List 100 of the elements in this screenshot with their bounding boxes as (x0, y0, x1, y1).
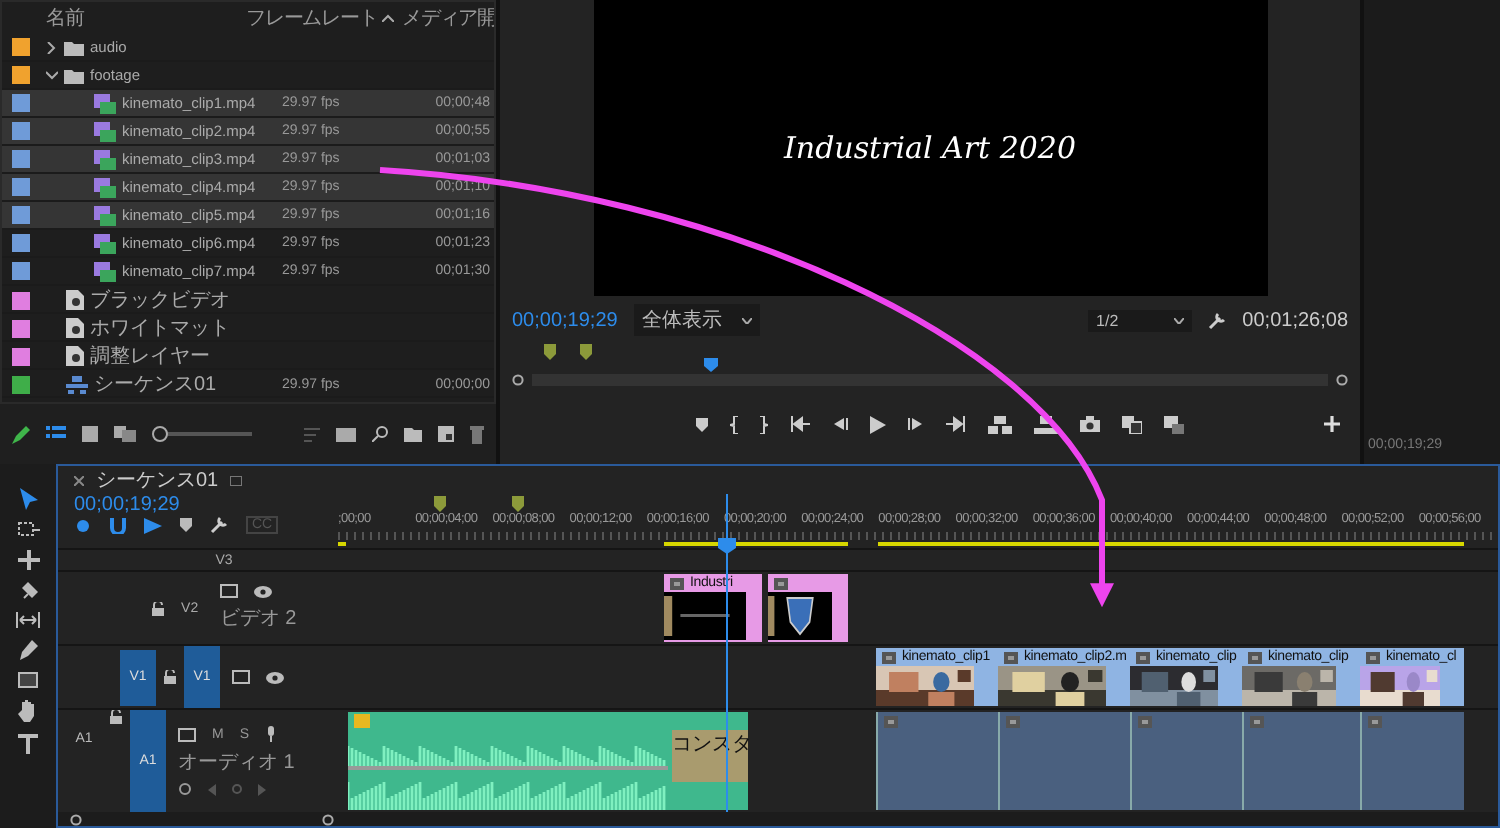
go-to-in-icon[interactable] (790, 416, 810, 432)
fx-badge-icon (1368, 715, 1382, 727)
lock-icon[interactable] (110, 710, 122, 724)
project-row[interactable]: ホワイトマット (2, 314, 494, 342)
sequence-tab[interactable]: シーケンス01 (96, 466, 219, 494)
fx-badge-icon (354, 714, 370, 728)
video-clip-icon (94, 261, 116, 281)
sync-lock-icon[interactable] (232, 670, 250, 684)
sync-lock-icon[interactable] (219, 584, 238, 598)
step-forward-icon[interactable] (908, 416, 924, 432)
sort-caret-icon[interactable] (381, 14, 394, 22)
new-item-icon[interactable] (438, 426, 454, 442)
snap-icon[interactable] (110, 517, 126, 533)
add-marker-icon[interactable] (696, 417, 708, 431)
marker-icon[interactable] (580, 344, 592, 360)
insert-icon[interactable] (988, 415, 1012, 433)
step-back-icon[interactable] (832, 416, 848, 432)
video-clip-icon (94, 177, 116, 197)
video-clip-icon (94, 93, 116, 113)
item-name: ホワイトマット (90, 316, 230, 342)
marker-icon[interactable] (434, 496, 446, 512)
linked-audio-clip[interactable] (998, 712, 1130, 810)
sync-lock-icon[interactable] (178, 727, 196, 741)
caret-icon[interactable] (741, 317, 752, 323)
settings-icon[interactable] (1208, 311, 1227, 329)
overwrite-icon[interactable] (1034, 415, 1058, 433)
chevron-icon[interactable] (46, 69, 58, 81)
type-tool-icon[interactable] (18, 734, 38, 754)
lock-icon[interactable] (164, 670, 176, 684)
graphic-clip[interactable] (768, 574, 848, 642)
eye-icon[interactable] (253, 585, 272, 597)
lock-icon[interactable] (151, 601, 164, 615)
keyframe-icon[interactable] (178, 782, 192, 796)
item-name: 調整レイヤー (90, 343, 210, 370)
linked-audio-clip[interactable] (1130, 712, 1242, 810)
track-name: ビデオ 2 (219, 606, 297, 632)
ripple-edit-icon[interactable] (17, 550, 39, 570)
video-title: Industrial Art 2020 (783, 130, 1077, 166)
timecode[interactable]: 00;00;19;29 (74, 494, 180, 516)
menu-icon[interactable] (230, 475, 243, 485)
zoom-dropdown[interactable]: 全体表示 (633, 304, 760, 336)
pencil-icon[interactable] (12, 425, 30, 443)
list-view-icon[interactable] (46, 426, 66, 442)
document-icon (66, 290, 84, 310)
fx-badge-icon (882, 651, 896, 663)
video-clip-icon (94, 233, 116, 253)
chevron-icon[interactable] (46, 41, 58, 53)
microphone-icon[interactable] (265, 726, 276, 742)
fx-badge-icon (670, 577, 684, 589)
linked-selection-icon[interactable] (144, 517, 162, 533)
track-name: オーディオ 1 (178, 750, 295, 776)
marker-icon[interactable] (512, 496, 524, 512)
project-row[interactable]: ブラックビデオ (2, 286, 494, 314)
document-icon (66, 318, 84, 338)
track-select-icon[interactable] (17, 522, 39, 538)
go-to-out-icon[interactable] (946, 416, 966, 432)
rectangle-icon[interactable] (18, 672, 38, 688)
automate-icon[interactable] (336, 427, 356, 441)
column-header[interactable]: フレームレート (238, 4, 378, 32)
settings-icon[interactable] (210, 516, 228, 534)
razor-icon[interactable] (19, 582, 37, 600)
marker-icon[interactable] (544, 344, 556, 360)
fx-badge-icon (1006, 715, 1020, 727)
duration: 00;01;26;08 (1242, 309, 1348, 331)
nest-icon[interactable] (74, 517, 92, 533)
add-marker-icon[interactable] (180, 518, 192, 532)
fx-badge-icon (1366, 651, 1380, 663)
column-header[interactable]: メディア開 (402, 4, 494, 32)
search-icon[interactable] (372, 426, 388, 442)
linked-audio-clip[interactable] (1360, 712, 1464, 810)
slip-icon[interactable] (16, 612, 40, 628)
column-header[interactable]: 名前 (38, 4, 238, 32)
trash-icon[interactable] (470, 425, 484, 443)
linked-audio-clip[interactable] (1242, 712, 1360, 810)
compare-view-icon[interactable] (1122, 415, 1142, 433)
play-icon[interactable] (870, 415, 886, 433)
project-row[interactable]: 調整レイヤー (2, 342, 494, 370)
proxy-toggle-icon[interactable] (1164, 415, 1184, 433)
add-icon[interactable] (1324, 416, 1340, 432)
close-icon[interactable] (74, 475, 84, 485)
folder-icon[interactable] (404, 427, 422, 441)
mark-out-icon[interactable] (760, 415, 768, 433)
fx-badge-icon (774, 577, 788, 589)
linked-audio-clip[interactable] (876, 712, 998, 810)
mark-in-icon[interactable] (730, 415, 738, 433)
caret-icon[interactable] (1174, 317, 1185, 323)
pen-icon[interactable] (19, 640, 37, 660)
range-handle-icon[interactable] (512, 374, 524, 386)
scroll-handle-icon[interactable] (322, 813, 334, 825)
timecode[interactable]: 00;00;19;29 (512, 309, 618, 331)
fx-badge-icon (1004, 651, 1018, 663)
resolution-dropdown[interactable]: 1/2 (1088, 309, 1193, 331)
selection-tool-icon[interactable] (19, 488, 37, 510)
hand-icon[interactable] (18, 700, 38, 722)
range-handle-icon[interactable] (1336, 374, 1348, 386)
document-icon (66, 346, 84, 366)
scroll-handle-icon[interactable] (70, 813, 82, 825)
camera-icon[interactable] (1080, 416, 1100, 432)
freeform-view-icon[interactable] (114, 426, 136, 442)
eye-icon[interactable] (266, 671, 284, 683)
